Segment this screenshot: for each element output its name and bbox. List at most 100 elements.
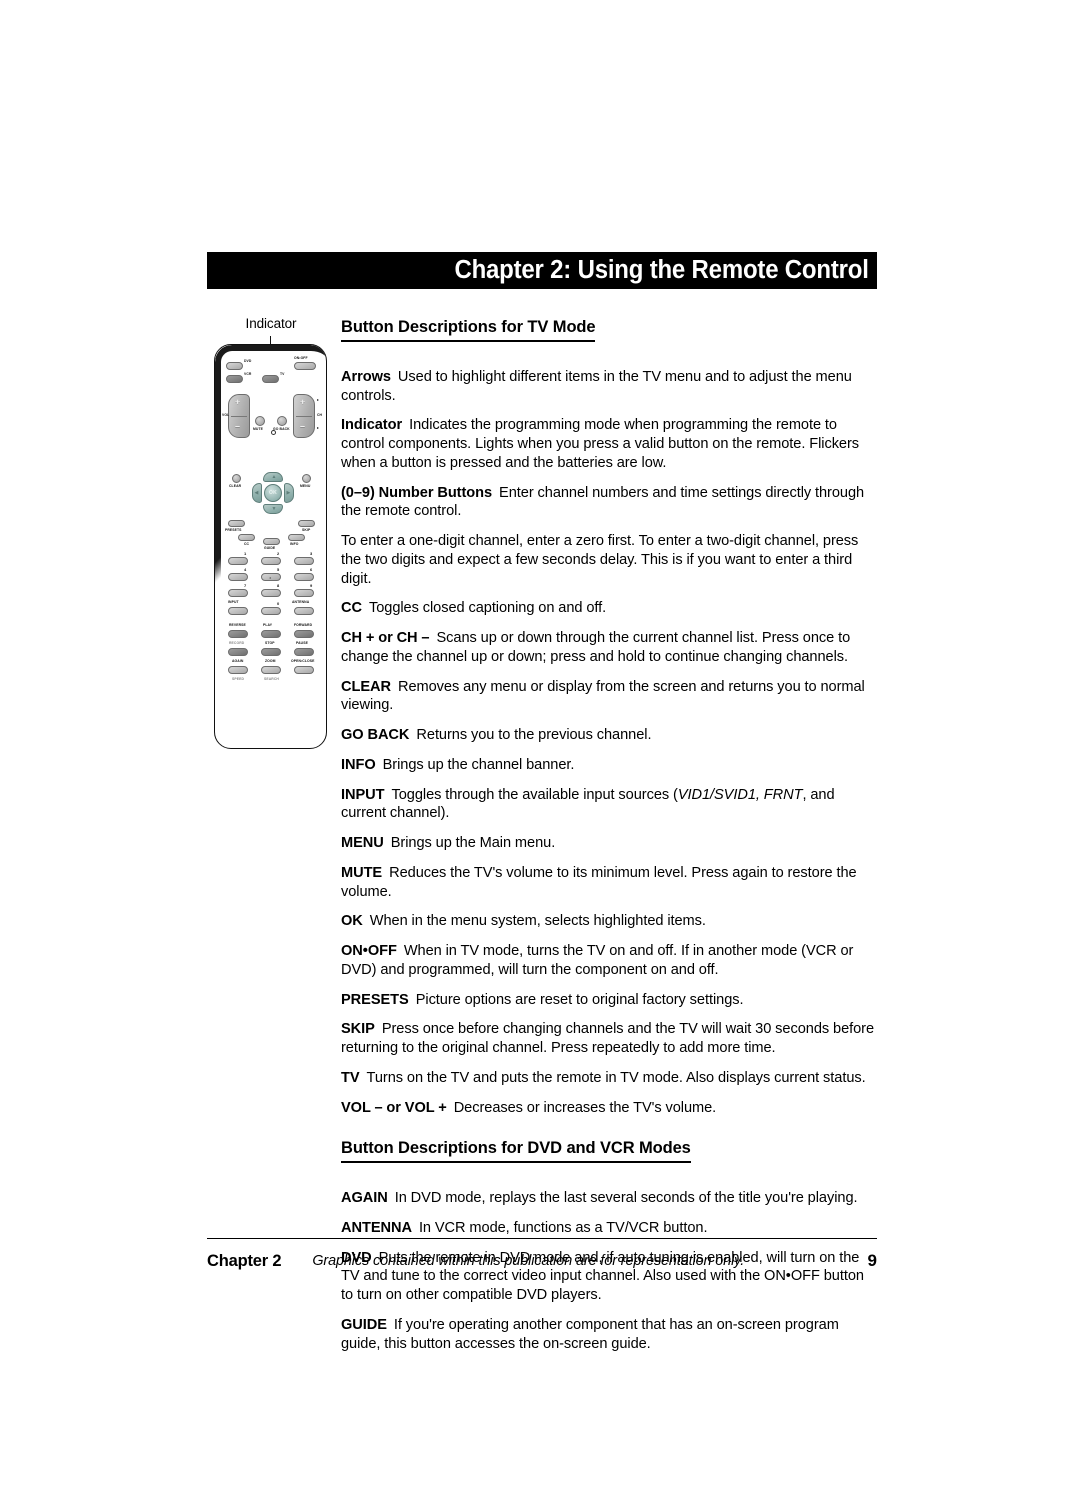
remote-tv-label: TV — [280, 372, 285, 376]
entry-clear: CLEAR Removes any menu or display from th… — [341, 678, 878, 716]
remote-dvd-button[interactable] — [226, 362, 243, 370]
remote-number-9-button[interactable] — [294, 589, 314, 597]
entry-again: AGAIN In DVD mode, replays the last sever… — [341, 1189, 878, 1208]
entry-indicator: Indicator Indicates the programming mode … — [341, 416, 878, 472]
remote-body: DVD ON•OFF VCR TV + – VOL + – CH ▸ ▸ MUT… — [214, 344, 327, 749]
remote-open-close-button[interactable] — [294, 666, 314, 674]
remote-zoom-button[interactable] — [261, 666, 281, 674]
footer-divider — [207, 1238, 877, 1239]
entry-input-term: INPUT — [341, 786, 385, 803]
remote-play-button[interactable] — [261, 630, 281, 638]
remote-guide-label: GUIDE — [264, 546, 276, 550]
remote-pause-label: PAUSE — [296, 641, 308, 645]
remote-info-button[interactable] — [288, 534, 305, 541]
remote-menu-label: MENU — [300, 484, 311, 488]
entry-number-buttons-term: (0–9) Number Buttons — [341, 484, 493, 501]
entry-on-off-term: ON•OFF — [341, 943, 397, 960]
remote-number-8-button[interactable] — [261, 589, 281, 597]
remote-number-0-button[interactable] — [261, 607, 281, 615]
remote-forward-button[interactable] — [294, 630, 314, 638]
arrow-down-icon: ▼ — [271, 505, 277, 512]
remote-cc-button[interactable] — [238, 534, 255, 541]
entry-again-term: AGAIN — [341, 1190, 388, 1207]
remote-vol-label: VOL — [222, 413, 230, 417]
remote-antenna-label: ANTENNA — [292, 600, 310, 604]
remote-record-button[interactable] — [228, 648, 248, 656]
remote-info-label: INFO — [290, 542, 299, 546]
remote-mute-label: MUTE — [253, 427, 264, 431]
remote-number-1-button[interactable] — [228, 557, 248, 565]
entry-skip-term: SKIP — [341, 1021, 375, 1038]
entry-tv-text: Turns on the TV and puts the remote in T… — [366, 1069, 866, 1086]
volume-down-glyph: – — [235, 421, 241, 431]
document-page: Chapter 2: Using the Remote Control Indi… — [0, 0, 1080, 1509]
remote-number-2-button[interactable] — [261, 557, 281, 565]
remote-reverse-button[interactable] — [228, 630, 248, 638]
entry-number-buttons: (0–9) Number Buttons Enter channel number… — [341, 484, 878, 522]
remote-number-2-label: 2 — [277, 551, 280, 556]
chapter-title: Chapter 2: Using the Remote Control — [454, 255, 869, 284]
remote-number-0-label: 0 — [277, 601, 280, 606]
remote-on-off-button[interactable] — [294, 362, 316, 370]
entry-guide: GUIDE If you're operating another compone… — [341, 1316, 878, 1354]
remote-clear-button[interactable] — [232, 474, 241, 483]
remote-tv-button[interactable] — [262, 375, 279, 383]
remote-number-4-label: 4 — [244, 567, 247, 572]
entry-ok: OK When in the menu system, selects highl… — [341, 912, 878, 931]
entry-clear-text: Removes any menu or display from the scr… — [341, 678, 865, 714]
remote-mute-button[interactable] — [255, 416, 265, 426]
section-dvd-vcr-heading: Button Descriptions for DVD and VCR Mode… — [341, 1139, 691, 1164]
channel-up-side-arrow-icon: ▸ — [317, 397, 320, 402]
page-footer: Chapter 2 Graphics contained within this… — [207, 1248, 877, 1274]
remote-ok-button[interactable]: OK — [264, 484, 282, 502]
entry-info-term: INFO — [341, 756, 376, 773]
entry-presets: PRESETS Picture options are reset to orig… — [341, 991, 878, 1010]
channel-down-side-arrow-icon: ▸ — [317, 425, 320, 430]
remote-cc-label: CC — [244, 542, 250, 546]
remote-skip-button[interactable] — [298, 520, 315, 527]
remote-number-6-button[interactable] — [294, 573, 314, 581]
remote-pause-button[interactable] — [294, 648, 314, 656]
entry-tv: TV Turns on the TV and puts the remote in… — [341, 1069, 878, 1088]
entry-digit-note-text: To enter a one-digit channel, enter a ze… — [341, 533, 859, 587]
entry-vol: VOL – or VOL + Decreases or increases the… — [341, 1099, 878, 1118]
remote-skip-label: SKIP — [302, 528, 311, 532]
remote-again-button[interactable] — [228, 666, 248, 674]
entry-antenna-term: ANTENNA — [341, 1219, 412, 1236]
entry-arrows-term: Arrows — [341, 368, 391, 385]
entry-indicator-term: Indicator — [341, 417, 403, 434]
entry-guide-text: If you're operating another component th… — [341, 1316, 839, 1352]
remote-input-button[interactable] — [228, 607, 248, 615]
remote-guide-button[interactable] — [263, 538, 280, 545]
remote-go-back-button[interactable] — [277, 416, 287, 426]
entry-indicator-text: Indicates the programming mode when prog… — [341, 417, 860, 471]
entry-menu: MENU Brings up the Main menu. — [341, 834, 878, 853]
entry-cc-text: Toggles closed captioning on and off. — [368, 600, 607, 617]
remote-menu-button[interactable] — [302, 474, 311, 483]
entry-skip-text: Press once before changing channels and … — [341, 1021, 875, 1057]
entry-input-text-before: Toggles through the available input sour… — [391, 786, 678, 803]
remote-stop-button[interactable] — [261, 648, 281, 656]
remote-speed-label: SPEED — [232, 677, 244, 681]
entry-skip: SKIP Press once before changing channels … — [341, 1020, 878, 1058]
remote-presets-button[interactable] — [228, 520, 245, 527]
remote-number-7-label: 7 — [244, 583, 247, 588]
remote-number-6-label: 6 — [310, 567, 313, 572]
channel-up-glyph: + — [300, 397, 306, 407]
remote-antenna-button[interactable] — [294, 607, 314, 615]
footer-note: Graphics contained within this publicati… — [312, 1253, 745, 1269]
remote-number-4-button[interactable] — [228, 573, 248, 581]
entry-on-off-text: When in TV mode, turns the TV on and off… — [341, 943, 854, 978]
remote-vcr-button[interactable] — [226, 375, 243, 383]
entry-arrows: Arrows Used to highlight different items … — [341, 368, 878, 406]
entry-go-back-term: GO BACK — [341, 727, 410, 744]
arrow-up-icon: ▲ — [271, 473, 277, 480]
remote-number-3-label: 3 — [310, 551, 313, 556]
channel-rocker-split — [296, 416, 312, 417]
remote-search-label: SEARCH — [264, 677, 279, 681]
remote-number-5-dot-icon: • — [269, 575, 272, 580]
remote-number-3-button[interactable] — [294, 557, 314, 565]
remote-number-7-button[interactable] — [228, 589, 248, 597]
entry-go-back-text: Returns you to the previous channel. — [416, 727, 652, 744]
remote-open-close-label: OPEN•CLOSE — [291, 659, 315, 663]
